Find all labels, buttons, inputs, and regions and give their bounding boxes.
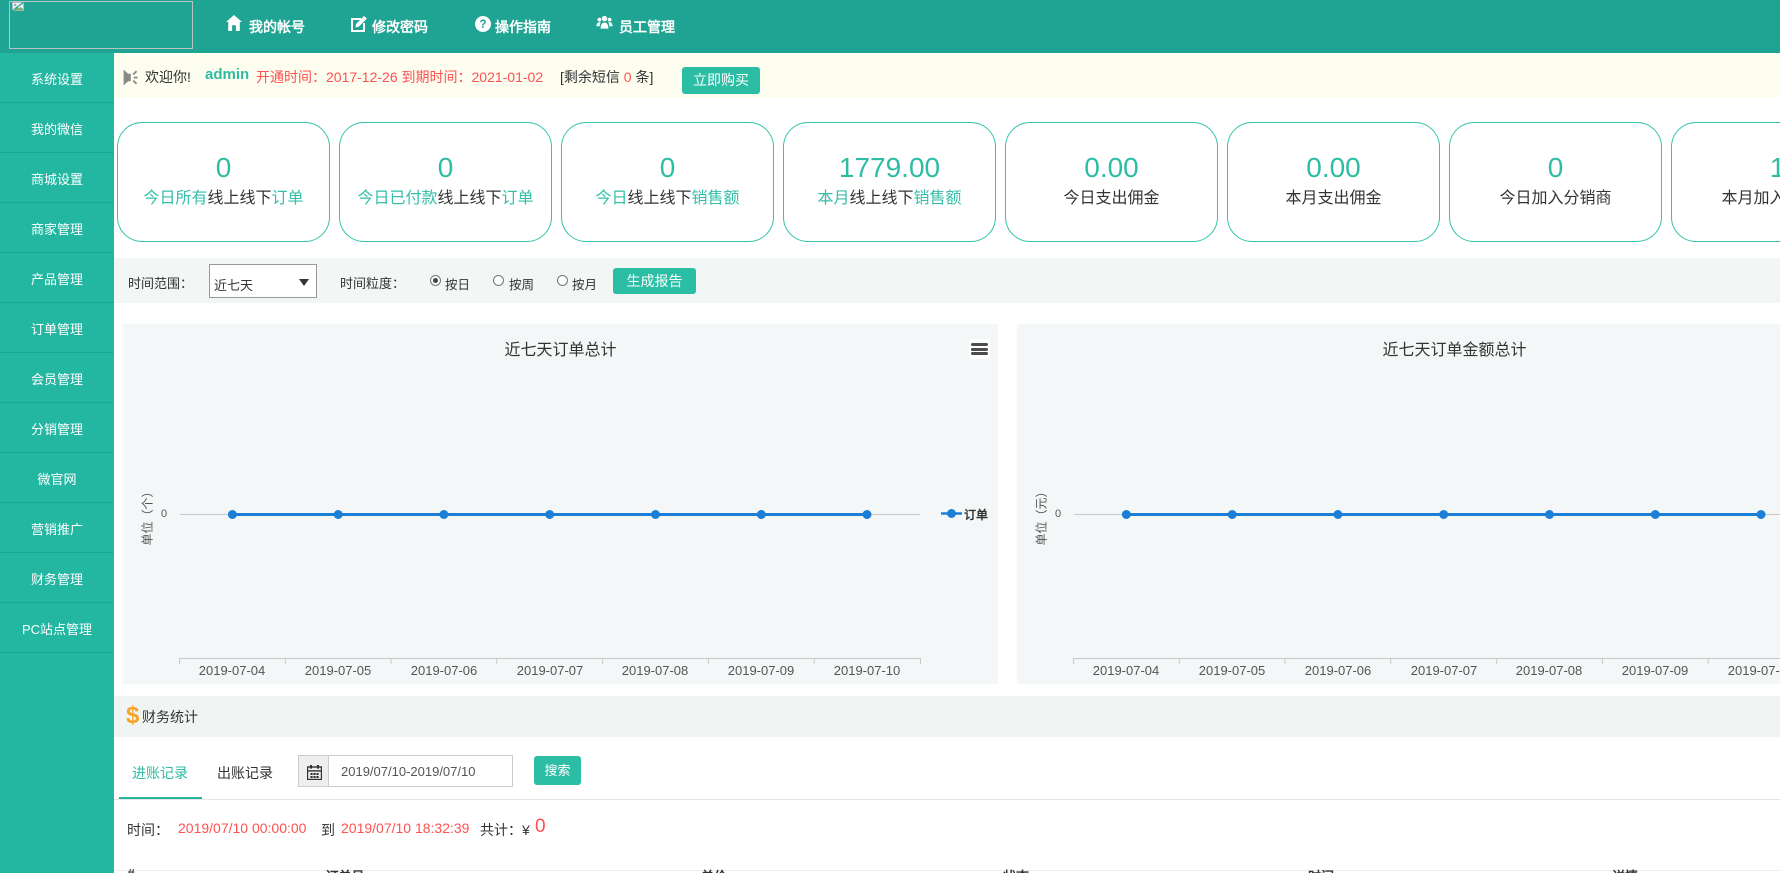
svg-text:?: ? [479, 19, 486, 31]
